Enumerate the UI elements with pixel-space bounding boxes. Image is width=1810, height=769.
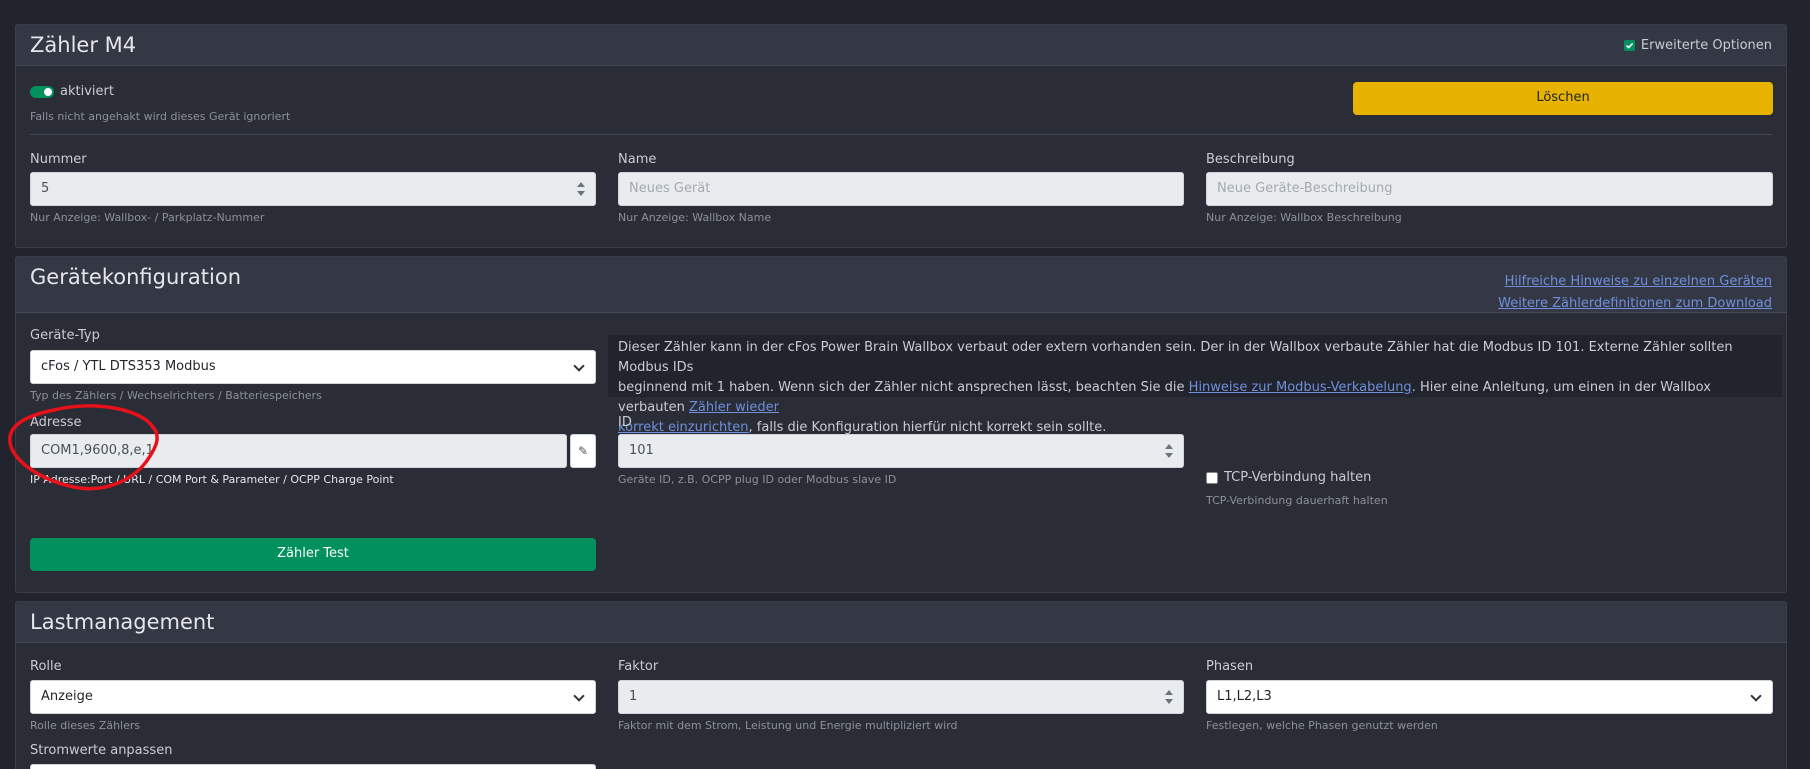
- meter-title: Zähler M4: [30, 33, 137, 57]
- delete-button[interactable]: Löschen: [1353, 82, 1773, 115]
- role-hint: Rolle dieses Zählers: [30, 719, 141, 732]
- device-type-label: Geräte-Typ: [30, 328, 100, 343]
- number-spinner-icon[interactable]: [577, 182, 585, 196]
- description-hint: Nur Anzeige: Wallbox Beschreibung: [1206, 211, 1402, 224]
- load-management-card: Lastmanagement Rolle Anzeige Rolle diese…: [15, 601, 1787, 769]
- factor-value: 1: [629, 689, 638, 704]
- number-input[interactable]: 5: [30, 172, 596, 206]
- check-icon: [1625, 42, 1634, 49]
- current-adjust-label: Stromwerte anpassen: [30, 743, 173, 758]
- phases-select[interactable]: L1,L2,L3: [1206, 680, 1773, 714]
- activated-switch[interactable]: [30, 86, 54, 98]
- address-edit-button[interactable]: ✎: [570, 434, 596, 468]
- info-text-2: beginnend mit 1 haben. Wenn sich der Zäh…: [618, 380, 1189, 395]
- config-links: Hilfreiche Hinweise zu einzelnen Geräten…: [1498, 270, 1772, 314]
- meter-card: Zähler M4 Erweiterte Optionen aktiviert …: [15, 24, 1787, 248]
- advanced-options-checkbox[interactable]: [1623, 40, 1635, 51]
- device-type-hint: Typ des Zählers / Wechselrichters / Batt…: [30, 389, 322, 402]
- id-label: ID: [618, 415, 632, 430]
- phases-value: L1,L2,L3: [1217, 689, 1272, 704]
- meter-card-header: Zähler M4 Erweiterte Optionen: [16, 25, 1786, 66]
- meter-setup-link-b[interactable]: korrekt einzurichten: [618, 420, 749, 435]
- number-value: 5: [41, 181, 50, 196]
- meter-definitions-link[interactable]: Weitere Zählerdefinitionen zum Download: [1498, 296, 1772, 311]
- description-label: Beschreibung: [1206, 152, 1295, 167]
- current-adjust-select[interactable]: [30, 764, 596, 769]
- pencil-icon: ✎: [577, 444, 589, 458]
- advanced-options-label: Erweiterte Optionen: [1640, 38, 1772, 53]
- role-label: Rolle: [30, 659, 62, 674]
- activated-label: aktiviert: [60, 84, 114, 99]
- factor-spinner-icon[interactable]: [1165, 690, 1173, 704]
- tcp-keepalive-hint: TCP-Verbindung dauerhaft halten: [1206, 494, 1388, 507]
- number-hint: Nur Anzeige: Wallbox- / Parkplatz-Nummer: [30, 211, 265, 224]
- tcp-keepalive-checkbox[interactable]: [1206, 471, 1218, 484]
- load-title: Lastmanagement: [30, 610, 215, 634]
- phases-label: Phasen: [1206, 659, 1254, 674]
- config-card: Gerätekonfiguration Hilfreiche Hinweise …: [15, 256, 1787, 593]
- tcp-keepalive-label: TCP-Verbindung halten: [1224, 470, 1372, 485]
- activated-hint: Falls nicht angehakt wird dieses Gerät i…: [30, 110, 291, 123]
- name-label: Name: [618, 152, 657, 167]
- description-input[interactable]: Neue Geräte-Beschreibung: [1206, 172, 1773, 206]
- id-input[interactable]: 101: [618, 434, 1184, 468]
- info-text-1: Dieser Zähler kann in der cFos Power Bra…: [618, 340, 1733, 375]
- info-text-4: , falls die Konfiguration hierfür nicht …: [748, 420, 1107, 435]
- chevron-down-icon: [1750, 690, 1762, 702]
- name-hint: Nur Anzeige: Wallbox Name: [618, 211, 772, 224]
- config-title: Gerätekonfiguration: [30, 265, 242, 289]
- device-type-value: cFos / YTL DTS353 Modbus: [41, 359, 216, 374]
- device-hints-link[interactable]: Hilfreiche Hinweise zu einzelnen Geräten: [1505, 274, 1772, 289]
- chevron-down-icon: [573, 360, 585, 372]
- factor-hint: Faktor mit dem Strom, Leistung und Energ…: [618, 719, 958, 732]
- switch-knob: [44, 88, 52, 96]
- phases-hint: Festlegen, welche Phasen genutzt werden: [1206, 719, 1438, 732]
- id-spinner-icon[interactable]: [1165, 444, 1173, 458]
- id-hint: Geräte ID, z.B. OCPP plug ID oder Modbus…: [618, 473, 897, 486]
- factor-label: Faktor: [618, 659, 659, 674]
- section-divider: [30, 134, 1772, 135]
- device-type-select[interactable]: cFos / YTL DTS353 Modbus: [30, 350, 596, 384]
- meter-test-button[interactable]: Zähler Test: [30, 538, 596, 571]
- config-card-header: Gerätekonfiguration Hilfreiche Hinweise …: [16, 257, 1786, 313]
- modbus-wiring-link[interactable]: Hinweise zur Modbus-Verkabelung: [1189, 380, 1412, 395]
- device-info-box: Dieser Zähler kann in der cFos Power Bra…: [608, 335, 1782, 435]
- id-value: 101: [629, 443, 654, 458]
- number-label: Nummer: [30, 152, 87, 167]
- tcp-keepalive-toggle[interactable]: TCP-Verbindung halten: [1206, 470, 1371, 485]
- role-value: Anzeige: [41, 689, 93, 704]
- advanced-options-toggle[interactable]: Erweiterte Optionen: [1623, 38, 1772, 53]
- load-card-header: Lastmanagement: [16, 602, 1786, 643]
- red-annotation-circle: [8, 404, 159, 491]
- chevron-down-icon: [573, 690, 585, 702]
- meter-setup-link-a[interactable]: Zähler wieder: [689, 400, 779, 415]
- factor-input[interactable]: 1: [618, 680, 1184, 714]
- name-input[interactable]: Neues Gerät: [618, 172, 1184, 206]
- role-select[interactable]: Anzeige: [30, 680, 596, 714]
